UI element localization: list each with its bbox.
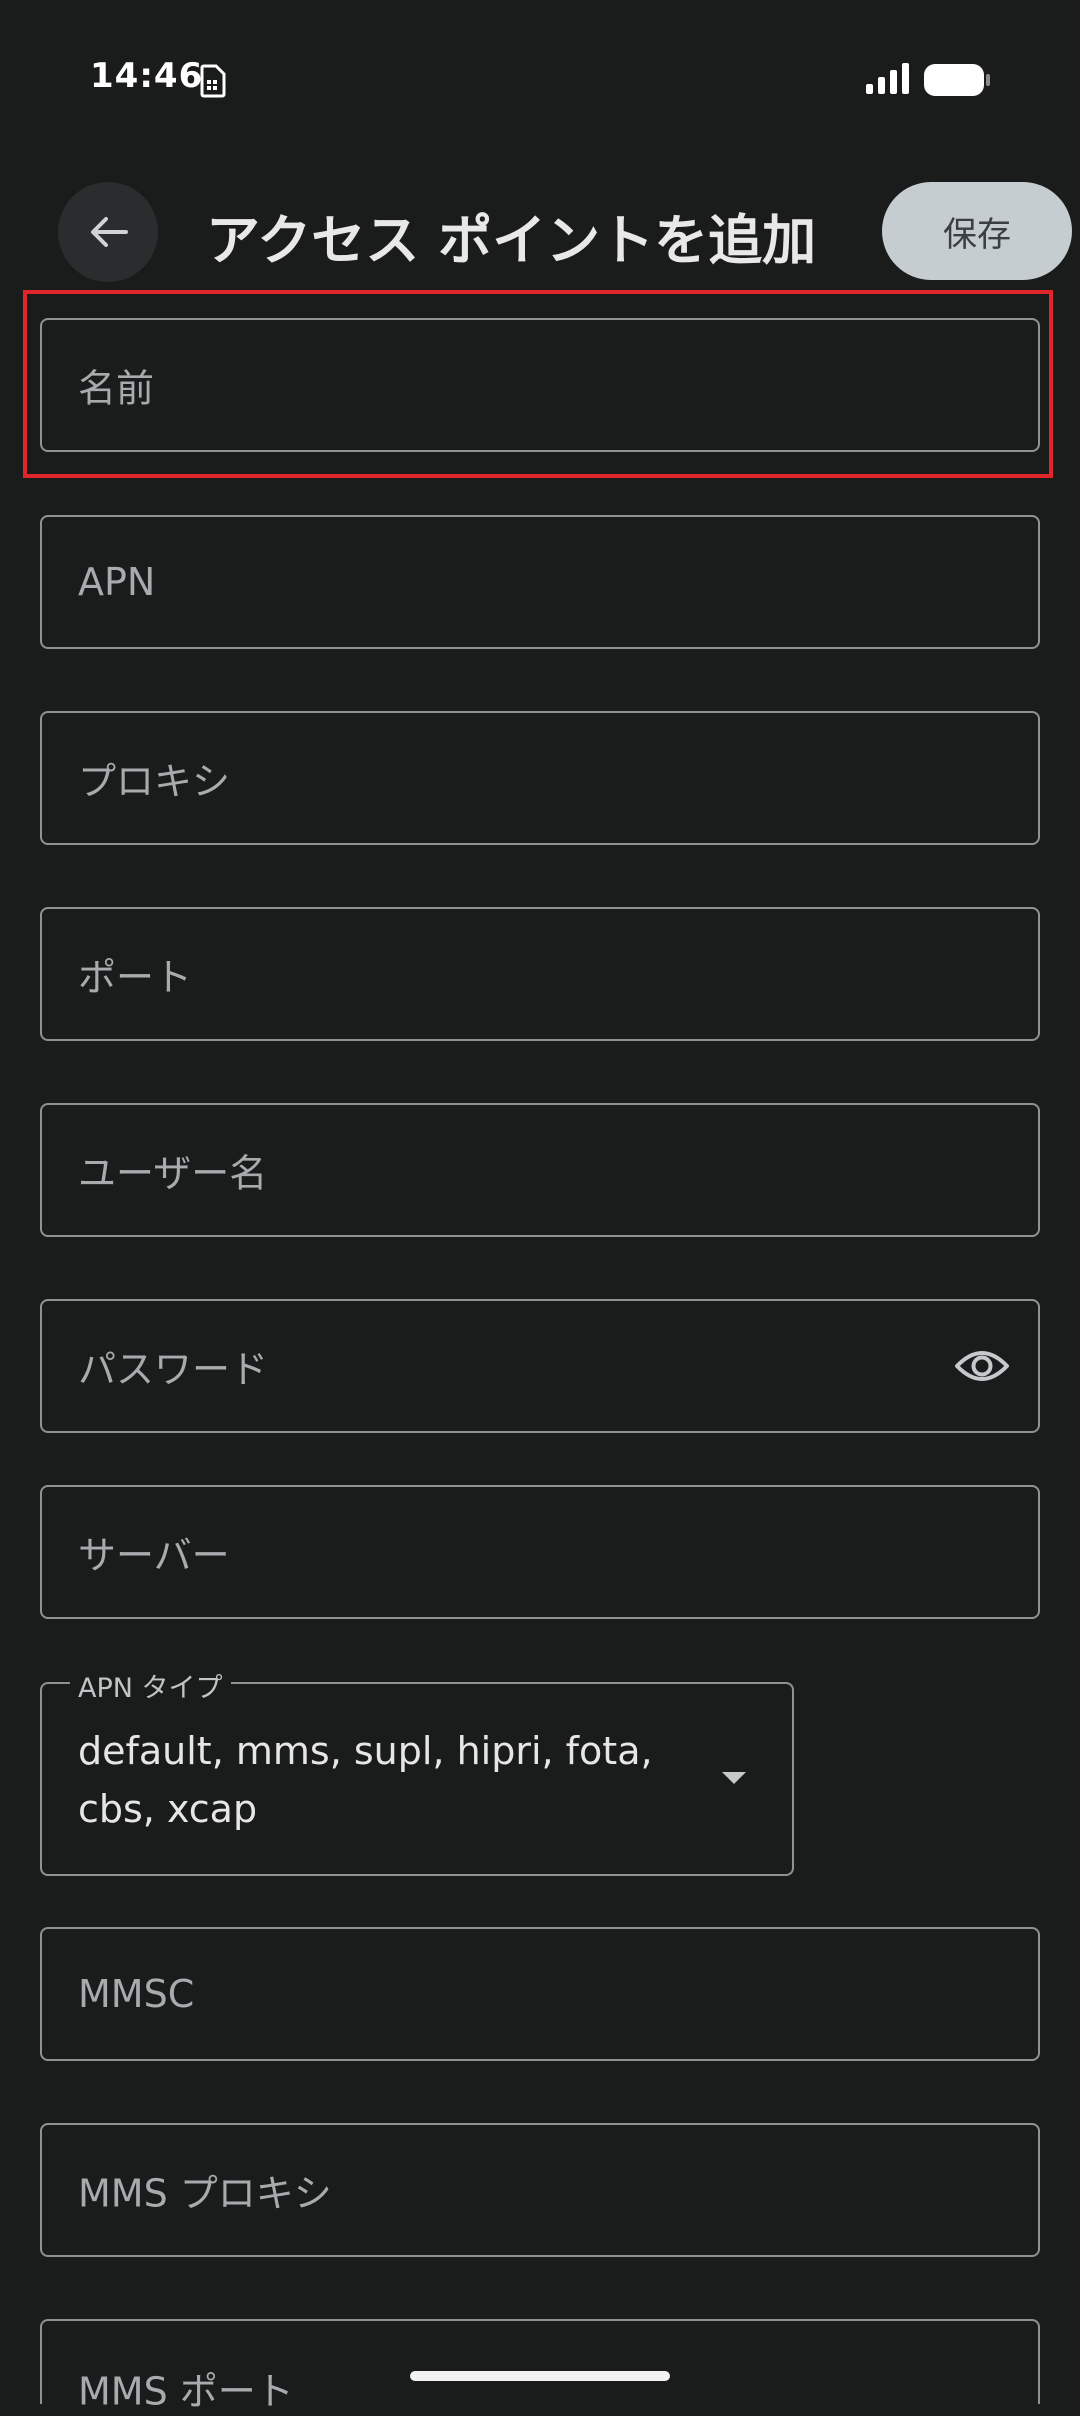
apn-placeholder: APN bbox=[78, 560, 156, 604]
sim-card-icon bbox=[200, 64, 226, 98]
back-button[interactable] bbox=[58, 182, 158, 282]
arrow-back-icon bbox=[91, 217, 128, 247]
password-field[interactable]: パスワード bbox=[40, 1299, 1040, 1433]
mms-port-placeholder: MMS ポート bbox=[78, 2369, 294, 2414]
username-field[interactable]: ユーザー名 bbox=[40, 1103, 1040, 1237]
proxy-field[interactable]: プロキシ bbox=[40, 711, 1040, 845]
mms-proxy-field[interactable]: MMS プロキシ bbox=[40, 2123, 1040, 2257]
battery-icon bbox=[924, 64, 990, 96]
proxy-placeholder: プロキシ bbox=[78, 759, 231, 804]
port-placeholder: ポート bbox=[78, 955, 193, 1000]
password-placeholder: パスワード bbox=[78, 1347, 269, 1392]
apn-type-label: APN タイプ bbox=[70, 1666, 231, 1705]
page-title: アクセス ポイントを追加 bbox=[206, 209, 817, 272]
port-field[interactable]: ポート bbox=[40, 907, 1040, 1041]
home-indicator bbox=[410, 2371, 670, 2381]
server-placeholder: サーバー bbox=[78, 1533, 230, 1578]
mmsc-placeholder: MMSC bbox=[78, 1972, 195, 2016]
name-placeholder: 名前 bbox=[78, 366, 155, 411]
mms-port-field[interactable]: MMS ポート bbox=[40, 2319, 1040, 2414]
apn-type-value: default, mms, supl, hipri, fota, cbs, xc… bbox=[78, 1729, 653, 1831]
mms-proxy-placeholder: MMS プロキシ bbox=[78, 2171, 332, 2216]
server-field[interactable]: サーバー bbox=[40, 1485, 1040, 1619]
name-field[interactable]: 名前 bbox=[40, 318, 1040, 452]
username-placeholder: ユーザー名 bbox=[78, 1151, 268, 1196]
status-bar: 14:46 bbox=[0, 0, 1080, 160]
save-button[interactable]: 保存 bbox=[882, 182, 1072, 280]
eye-icon[interactable] bbox=[954, 1346, 1010, 1386]
apn-field[interactable]: APN bbox=[40, 515, 1040, 649]
signal-icon bbox=[866, 63, 909, 94]
mmsc-field[interactable]: MMSC bbox=[40, 1927, 1040, 2061]
status-time: 14:46 bbox=[90, 56, 204, 96]
dropdown-arrow-icon[interactable] bbox=[720, 1770, 748, 1786]
apn-type-select[interactable]: APN タイプ default, mms, supl, hipri, fota,… bbox=[40, 1666, 794, 1876]
